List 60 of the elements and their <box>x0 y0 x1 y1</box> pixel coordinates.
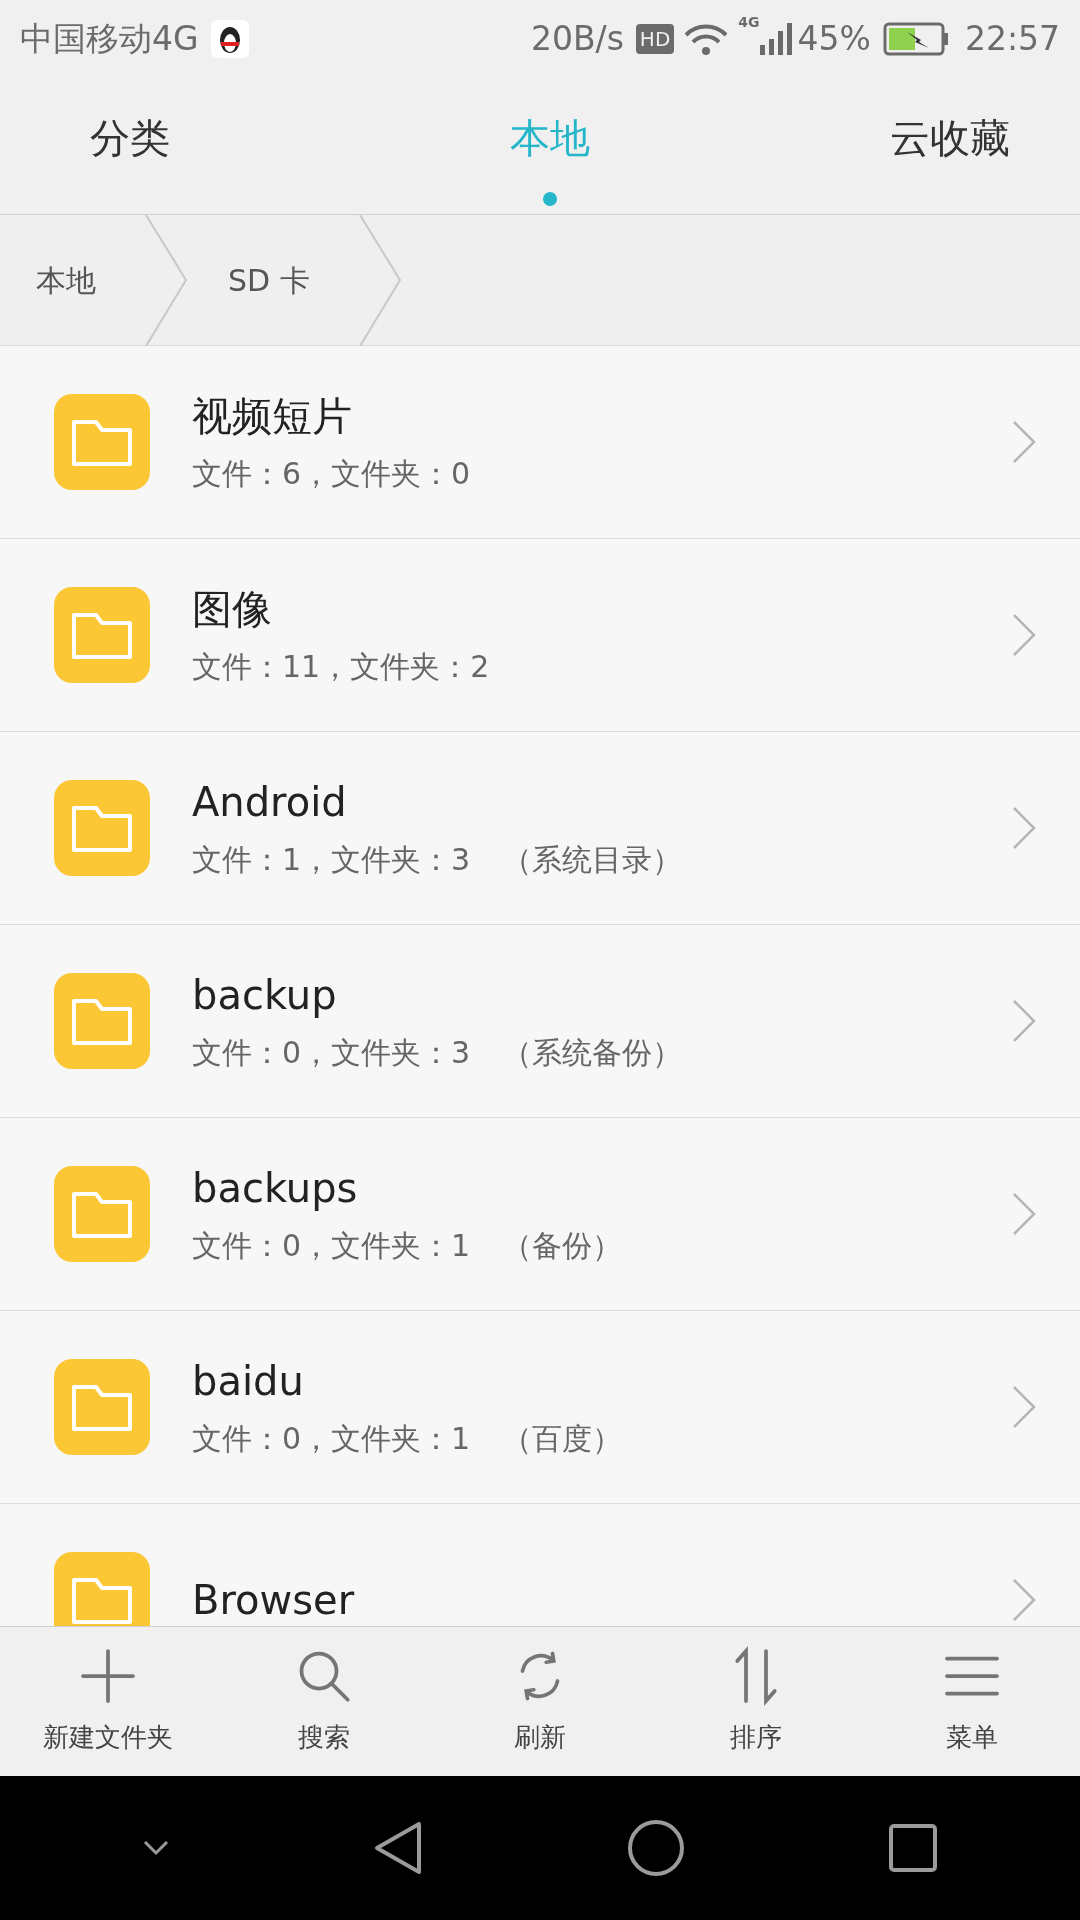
chevron-right-icon <box>1012 999 1036 1043</box>
folder-row[interactable]: 图像 文件：11，文件夹：2 <box>0 539 1080 732</box>
folder-info: 文件：0，文件夹：1 <box>192 1226 471 1265</box>
signal-icon <box>759 23 794 55</box>
folder-icon <box>54 587 150 683</box>
folder-icon <box>54 973 150 1069</box>
folder-note: （系统备份） <box>502 1033 683 1072</box>
toolbar-button[interactable]: 新建文件夹 <box>0 1627 216 1776</box>
folder-icon <box>54 1166 150 1262</box>
chevron-right-icon <box>1012 1385 1036 1429</box>
app-notification-icon <box>210 20 249 58</box>
folder-info: 文件：0，文件夹：3 <box>192 1033 471 1072</box>
folder-name: 图像 <box>192 584 273 634</box>
folder-info: 文件：0，文件夹：1 <box>192 1419 471 1458</box>
recents-icon[interactable] <box>888 1823 939 1873</box>
hd-badge: HD <box>635 24 675 54</box>
chevron-right-icon <box>1012 613 1036 657</box>
folder-icon <box>54 780 150 876</box>
toolbar-button[interactable]: 排序 <box>648 1627 864 1776</box>
folder-name: Browser <box>192 1576 356 1625</box>
folder-note: （百度） <box>502 1419 623 1458</box>
folder-info: 文件：1，文件夹：3 <box>192 840 471 879</box>
folder-row[interactable]: baidu 文件：0，文件夹：1 （百度） <box>0 1311 1080 1504</box>
folder-icon <box>54 1359 150 1455</box>
tab[interactable]: 分类 <box>90 78 170 214</box>
folder-row[interactable]: backup 文件：0，文件夹：3 （系统备份） <box>0 925 1080 1118</box>
toolbar-button[interactable]: 菜单 <box>864 1627 1080 1776</box>
toolbar-button[interactable]: 刷新 <box>432 1627 648 1776</box>
network-speed: 20B/s <box>530 18 624 61</box>
chevron-down-icon[interactable] <box>141 1839 170 1857</box>
network-type: 4G <box>738 13 760 32</box>
chevron-right-icon <box>1012 1578 1036 1622</box>
home-icon[interactable] <box>626 1819 685 1877</box>
chevron-right-icon <box>1012 1192 1036 1236</box>
folder-name: backup <box>192 970 338 1020</box>
battery-charging-icon <box>882 22 949 56</box>
chevron-right-icon <box>1012 806 1036 850</box>
folder-note: （系统目录） <box>502 840 683 879</box>
folder-name: 视频短片 <box>192 391 353 441</box>
carrier-name: 中国移动4G <box>20 18 199 61</box>
tab[interactable]: 云收藏 <box>890 78 1010 214</box>
folder-row[interactable]: backups 文件：0，文件夹：1 （备份） <box>0 1118 1080 1311</box>
folder-info: 文件：6，文件夹：0 <box>192 454 471 493</box>
battery-percent: 45% <box>797 18 871 61</box>
breadcrumb-item[interactable]: 本地 <box>0 257 144 303</box>
chevron-right-icon <box>1012 420 1036 464</box>
folder-info: 文件：11，文件夹：2 <box>192 647 490 686</box>
back-icon[interactable] <box>373 1821 424 1875</box>
folder-icon <box>54 1552 150 1626</box>
folder-note: （备份） <box>502 1226 623 1265</box>
folder-icon <box>54 394 150 490</box>
toolbar-button[interactable]: 搜索 <box>216 1627 432 1776</box>
folder-row[interactable]: 视频短片 文件：6，文件夹：0 <box>0 346 1080 539</box>
folder-name: Android <box>192 777 348 827</box>
folder-name: baidu <box>192 1356 305 1406</box>
plus-icon <box>78 1646 138 1706</box>
breadcrumb-item[interactable]: SD 卡 <box>188 257 358 303</box>
folder-row[interactable]: Android 文件：1，文件夹：3 （系统目录） <box>0 732 1080 925</box>
folder-name: backups <box>192 1163 359 1213</box>
clock: 22:57 <box>964 18 1060 61</box>
